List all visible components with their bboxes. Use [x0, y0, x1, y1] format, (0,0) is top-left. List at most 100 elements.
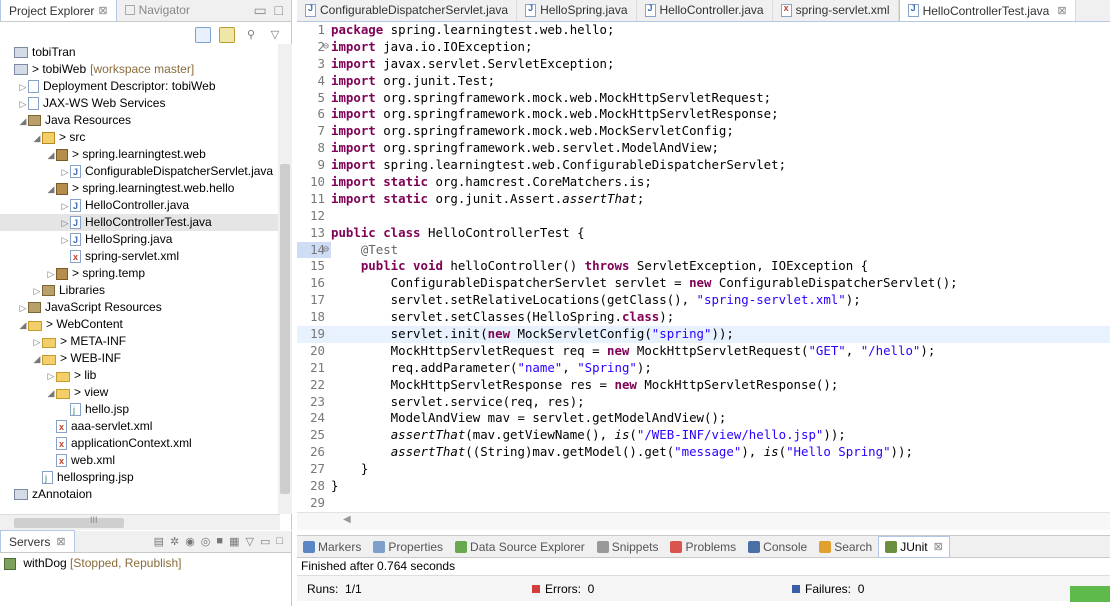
- tree-item-src[interactable]: ◢ > src: [0, 129, 280, 146]
- tree-item-lib[interactable]: ▷ > lib: [0, 367, 280, 384]
- tree-item-webxml[interactable]: web.xml: [0, 452, 280, 470]
- servers-tabbar: Servers ⊠ ▤ ✲ ◉ ◎ ■ ▦ ▽ ▭ □: [0, 530, 291, 553]
- expand-arrow-icon[interactable]: ▷: [46, 266, 56, 283]
- tree-item-libs[interactable]: ▷ Libraries: [0, 282, 280, 299]
- new-server-icon[interactable]: ▤: [154, 535, 164, 548]
- close-icon[interactable]: ⊠: [56, 535, 65, 548]
- tree-item-label: > view: [74, 385, 109, 399]
- horizontal-scrollbar[interactable]: III: [0, 514, 280, 530]
- tab-properties[interactable]: Properties: [367, 540, 449, 554]
- code-token: MockServletConfig(: [510, 326, 652, 342]
- tree-item-javares[interactable]: ◢ Java Resources: [0, 112, 280, 129]
- tab-snippets[interactable]: Snippets: [591, 540, 665, 554]
- tree-item-jaxws[interactable]: ▷ JAX-WS Web Services: [0, 95, 280, 112]
- view-menu-icon[interactable]: ▽: [245, 535, 253, 548]
- code-text: import static org.hamcrest.CoreMatchers.…: [331, 174, 652, 189]
- tab-junit[interactable]: JUnit ⊠: [878, 535, 950, 558]
- tree-item-view[interactable]: ◢ > view: [0, 384, 280, 401]
- collapse-arrow-icon[interactable]: ◢: [32, 130, 42, 147]
- view-menu-icon[interactable]: ▽: [267, 27, 283, 43]
- tab-project-explorer[interactable]: Project Explorer ⊠: [0, 0, 117, 21]
- stop-icon[interactable]: ■: [216, 535, 223, 547]
- tab-markers[interactable]: Markers: [297, 540, 367, 554]
- expand-arrow-icon[interactable]: ▷: [60, 164, 70, 181]
- collapse-arrow-icon[interactable]: ◢: [46, 147, 56, 164]
- tab-problems[interactable]: Problems: [664, 540, 742, 554]
- link-with-editor-icon[interactable]: [219, 27, 235, 43]
- profile-icon[interactable]: ◎: [201, 535, 211, 548]
- code-line: 4 import org.junit.Test;: [297, 73, 1110, 90]
- tree-item-webinf[interactable]: ◢ > WEB-INF: [0, 350, 280, 367]
- editor-tab-hellocontroller-java[interactable]: HelloController.java: [637, 0, 773, 21]
- tab-search[interactable]: Search: [813, 540, 878, 554]
- expand-arrow-icon[interactable]: ▷: [46, 368, 56, 385]
- start-icon[interactable]: ◉: [185, 535, 195, 548]
- fold-icon[interactable]: ⊖: [323, 39, 329, 56]
- editor-tab-hellospring-java[interactable]: HelloSpring.java: [517, 0, 637, 21]
- tab-navigator[interactable]: Navigator: [117, 0, 198, 21]
- close-icon[interactable]: ⊠: [934, 540, 943, 553]
- tree-item-label: hellospring.jsp: [57, 470, 134, 484]
- expand-arrow-icon[interactable]: ▷: [18, 79, 28, 96]
- junit-progress-bar: [1070, 586, 1110, 602]
- tree-item-hellospring[interactable]: hellospring.jsp: [0, 469, 280, 487]
- minimize-icon[interactable]: ▭: [254, 2, 267, 19]
- tree-item-webc[interactable]: ◢ > WebContent: [0, 316, 280, 333]
- publish-icon[interactable]: ▦: [229, 535, 239, 548]
- focus-icon[interactable]: ⚲: [243, 27, 259, 43]
- code-token: import: [331, 55, 376, 71]
- maximize-icon[interactable]: □: [275, 2, 283, 18]
- line-number: 25: [310, 427, 325, 443]
- editor-horizontal-scrollbar[interactable]: ◀: [297, 512, 1110, 530]
- tree-item-tobiWeb[interactable]: > tobiWeb [workspace master]: [0, 61, 280, 78]
- tab-servers[interactable]: Servers ⊠: [0, 530, 75, 552]
- fold-icon[interactable]: ⊖: [323, 242, 329, 259]
- collapse-all-icon[interactable]: [195, 27, 211, 43]
- tree-item-appctx[interactable]: applicationContext.xml: [0, 435, 280, 453]
- tree-item-pkg2[interactable]: ◢ > spring.learningtest.web.hello: [0, 180, 280, 197]
- editor-tab-spring-servlet-xml[interactable]: spring-servlet.xml: [773, 0, 899, 21]
- code-token: "Spring": [577, 359, 637, 375]
- expand-arrow-icon[interactable]: ▷: [60, 215, 70, 232]
- collapse-arrow-icon[interactable]: ◢: [46, 385, 56, 402]
- collapse-arrow-icon[interactable]: ◢: [46, 181, 56, 198]
- tree-item-zann[interactable]: zAnnotaion: [0, 486, 280, 503]
- tree-item-hct[interactable]: ▷ HelloControllerTest.java: [0, 214, 280, 232]
- code-text: req.addParameter("name", "Spring");: [331, 360, 652, 375]
- tree-item-hellojsp[interactable]: hello.jsp: [0, 401, 280, 419]
- collapse-arrow-icon[interactable]: ◢: [18, 113, 28, 130]
- expand-arrow-icon[interactable]: ▷: [32, 283, 42, 300]
- minimize-icon[interactable]: ▭: [260, 535, 270, 548]
- tree-item-deploy[interactable]: ▷ Deployment Descriptor: tobiWeb: [0, 78, 280, 95]
- tab-console[interactable]: Console: [742, 540, 813, 554]
- expand-arrow-icon[interactable]: ▷: [60, 232, 70, 249]
- expand-arrow-icon[interactable]: ▷: [18, 96, 28, 113]
- tree-item-ssx[interactable]: spring-servlet.xml: [0, 248, 280, 266]
- tree-item-pkg1[interactable]: ◢ > spring.learningtest.web: [0, 146, 280, 163]
- tree-item-hs[interactable]: ▷ HelloSpring.java: [0, 231, 280, 249]
- vertical-scrollbar[interactable]: [278, 44, 292, 514]
- code-area[interactable]: 1 package spring.learningtest.web.hello; 2…: [297, 22, 1110, 512]
- expand-arrow-icon[interactable]: ▷: [60, 198, 70, 215]
- debug-icon[interactable]: ✲: [170, 535, 179, 548]
- tree-item-jsres[interactable]: ▷ JavaScript Resources: [0, 299, 280, 316]
- tab-data-source-explorer[interactable]: Data Source Explorer: [449, 540, 591, 554]
- server-item[interactable]: withDog [Stopped, Republish]: [0, 553, 291, 573]
- maximize-icon[interactable]: □: [276, 535, 283, 547]
- tree-item-tobiTran[interactable]: tobiTran: [0, 44, 280, 61]
- close-icon[interactable]: ⊠: [1057, 4, 1066, 17]
- editor-tab-configurabledispatcherservlet-java[interactable]: ConfigurableDispatcherServlet.java: [297, 0, 518, 21]
- collapse-arrow-icon[interactable]: ◢: [18, 317, 28, 334]
- close-icon[interactable]: ⊠: [98, 4, 107, 17]
- expand-arrow-icon[interactable]: ▷: [18, 300, 28, 317]
- tree-item-meta[interactable]: ▷ > META-INF: [0, 333, 280, 350]
- tree-item-cds[interactable]: ▷ ConfigurableDispatcherServlet.java: [0, 163, 280, 181]
- scroll-left-icon[interactable]: ◀: [343, 514, 351, 525]
- tree-item-hc[interactable]: ▷ HelloController.java: [0, 197, 280, 215]
- collapse-arrow-icon[interactable]: ◢: [32, 351, 42, 368]
- tree-item-temp[interactable]: ▷ > spring.temp: [0, 265, 280, 282]
- editor-tab-hellocontrollertest-java[interactable]: HelloControllerTest.java ⊠: [898, 0, 1076, 21]
- tree-item-aaa[interactable]: aaa-servlet.xml: [0, 418, 280, 436]
- expand-arrow-icon[interactable]: ▷: [32, 334, 42, 351]
- code-token: req.addParameter(: [331, 359, 518, 375]
